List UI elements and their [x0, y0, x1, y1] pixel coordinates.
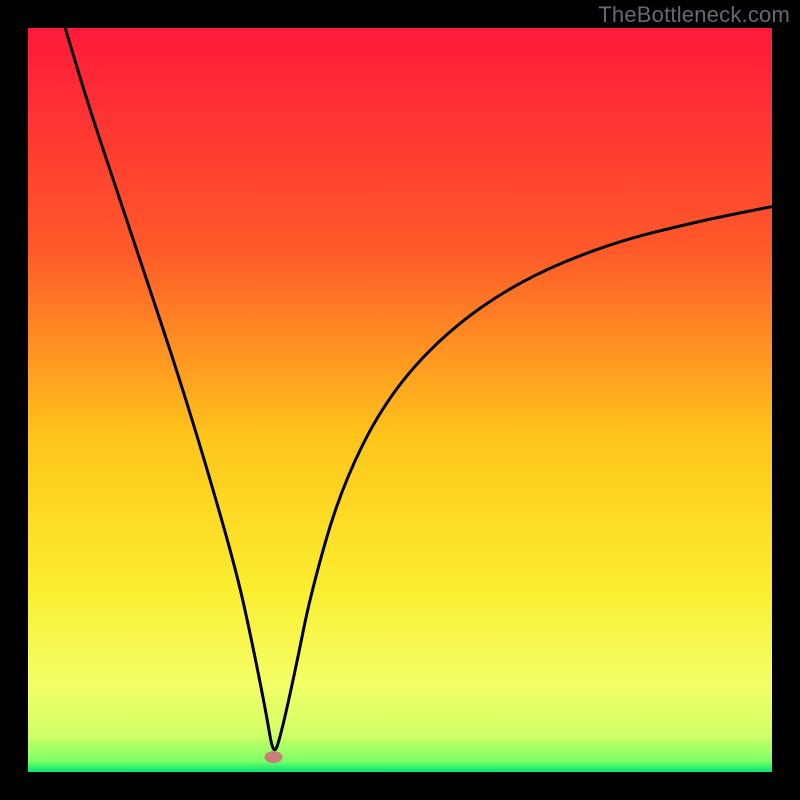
gradient-background [28, 28, 772, 772]
attribution-label: TheBottleneck.com [598, 2, 790, 28]
chart-container: TheBottleneck.com [0, 0, 800, 800]
bottleneck-chart [28, 28, 772, 772]
optimal-point-marker [265, 751, 283, 763]
plot-area [28, 28, 772, 772]
